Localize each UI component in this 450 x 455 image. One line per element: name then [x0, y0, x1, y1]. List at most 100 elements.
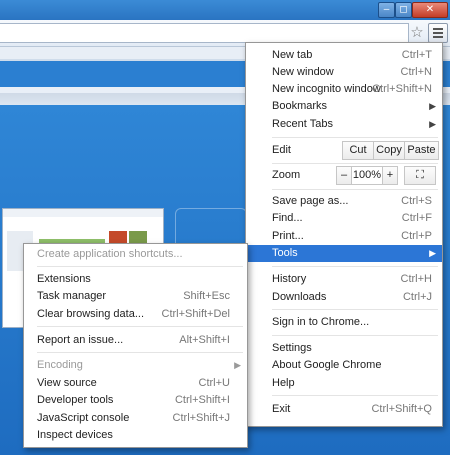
- menu-item-shortcut: Ctrl+U: [198, 377, 230, 389]
- tools-submenu: Create application shortcuts... Extensio…: [23, 243, 248, 448]
- menu-item-shortcut: Ctrl+J: [402, 291, 432, 303]
- menu-item-about[interactable]: About Google Chrome: [246, 357, 442, 374]
- menu-item-print[interactable]: Print... Ctrl+P: [246, 228, 442, 245]
- tools-item-extensions[interactable]: Extensions: [24, 271, 247, 288]
- menu-item-label: Developer tools: [37, 394, 114, 406]
- menu-item-shortcut: Ctrl+F: [401, 212, 432, 224]
- menu-item-label: New tab: [272, 49, 313, 61]
- tools-item-report-issue[interactable]: Report an issue... Alt+Shift+I: [24, 332, 247, 349]
- tools-item-encoding: Encoding ▶: [24, 357, 247, 374]
- minimize-icon: –: [383, 4, 390, 15]
- menu-item-shortcut: Ctrl+T: [401, 49, 432, 61]
- menu-item-label: New incognito window: [272, 83, 381, 95]
- menu-item-shortcut: Ctrl+N: [400, 66, 432, 78]
- menu-item-settings[interactable]: Settings: [246, 340, 442, 357]
- menu-item-label: About Google Chrome: [272, 359, 382, 371]
- menu-item-label: JavaScript console: [37, 412, 130, 424]
- zoom-level-value: 100%: [351, 166, 383, 185]
- close-icon: ✕: [425, 4, 435, 15]
- menu-item-label: Report an issue...: [37, 334, 124, 346]
- zoom-out-button[interactable]: –: [336, 166, 352, 185]
- menu-item-recent-tabs[interactable]: Recent Tabs ▶: [246, 116, 442, 133]
- address-bar[interactable]: [0, 23, 409, 43]
- menu-item-label: History: [272, 273, 307, 285]
- menu-item-label: Downloads: [272, 291, 327, 303]
- menu-separator: [37, 266, 243, 267]
- menu-item-label: Clear browsing data...: [37, 308, 144, 320]
- menu-item-shortcut: Ctrl+P: [401, 230, 432, 242]
- menu-separator: [272, 266, 438, 267]
- menu-item-find[interactable]: Find... Ctrl+F: [246, 210, 442, 227]
- menu-item-label: Find...: [272, 212, 303, 224]
- menu-separator: [272, 163, 438, 164]
- menu-separator: [272, 137, 438, 138]
- tools-item-view-source[interactable]: View source Ctrl+U: [24, 375, 247, 392]
- hamburger-icon-line: [433, 36, 443, 38]
- menu-item-sign-in[interactable]: Sign in to Chrome...: [246, 314, 442, 331]
- menu-item-help[interactable]: Help: [246, 375, 442, 392]
- menu-item-save-page-as[interactable]: Save page as... Ctrl+S: [246, 193, 442, 210]
- chrome-menu-button[interactable]: [428, 23, 448, 43]
- menu-item-exit[interactable]: Exit Ctrl+Shift+Q: [246, 401, 442, 418]
- menu-item-shortcut: Ctrl+S: [401, 195, 432, 207]
- menu-item-shortcut: Alt+Shift+I: [179, 334, 230, 346]
- menu-item-label: Inspect devices: [37, 429, 113, 441]
- menu-item-label: New window: [272, 66, 334, 78]
- menu-separator: [272, 335, 438, 336]
- submenu-arrow-icon: ▶: [429, 119, 436, 129]
- menu-separator: [272, 395, 438, 396]
- menu-separator: [37, 352, 243, 353]
- menu-item-history[interactable]: History Ctrl+H: [246, 271, 442, 288]
- menu-item-shortcut: Ctrl+Shift+Del: [161, 308, 230, 320]
- zoom-label: Zoom: [272, 169, 301, 181]
- tools-item-task-manager[interactable]: Task manager Shift+Esc: [24, 288, 247, 305]
- menu-item-label: Encoding: [37, 359, 83, 371]
- menu-item-label: Create application shortcuts...: [37, 248, 183, 260]
- tools-item-inspect-devices[interactable]: Inspect devices: [24, 427, 247, 444]
- maximize-button[interactable]: ◻: [395, 2, 412, 18]
- thumbnail-header: [3, 209, 163, 217]
- hamburger-icon: [433, 28, 443, 30]
- menu-item-shortcut: Ctrl+Shift+N: [372, 83, 432, 95]
- menu-item-label: Sign in to Chrome...: [272, 316, 370, 328]
- menu-item-shortcut: Ctrl+Shift+J: [172, 412, 230, 424]
- tools-item-clear-browsing-data[interactable]: Clear browsing data... Ctrl+Shift+Del: [24, 306, 247, 323]
- fullscreen-button[interactable]: ⛶: [404, 166, 436, 185]
- menu-item-shortcut: Shift+Esc: [183, 290, 230, 302]
- menu-separator: [272, 189, 438, 190]
- submenu-arrow-icon: ▶: [429, 248, 436, 258]
- submenu-arrow-icon: ▶: [234, 360, 241, 370]
- tools-item-javascript-console[interactable]: JavaScript console Ctrl+Shift+J: [24, 410, 247, 427]
- copy-button[interactable]: Copy: [373, 141, 405, 160]
- menu-separator: [37, 326, 243, 327]
- menu-item-new-window[interactable]: New window Ctrl+N: [246, 64, 442, 81]
- menu-item-label: Exit: [272, 403, 291, 415]
- menu-item-shortcut: Ctrl+Shift+Q: [371, 403, 432, 415]
- menu-item-label: Save page as...: [272, 195, 349, 207]
- close-button[interactable]: ✕: [412, 2, 448, 18]
- menu-item-label: Bookmarks: [272, 100, 328, 112]
- zoom-in-button[interactable]: +: [382, 166, 398, 185]
- bookmark-star-icon[interactable]: ☆: [409, 24, 425, 42]
- chrome-main-menu: New tab Ctrl+T New window Ctrl+N New inc…: [245, 42, 443, 427]
- submenu-arrow-icon: ▶: [429, 101, 436, 111]
- menu-item-label: Settings: [272, 342, 312, 354]
- cut-button[interactable]: Cut: [342, 141, 374, 160]
- menu-item-label: Tools: [272, 247, 298, 259]
- menu-item-new-tab[interactable]: New tab Ctrl+T: [246, 47, 442, 64]
- menu-item-label: Help: [272, 377, 295, 389]
- menu-item-new-incognito-window[interactable]: New incognito window Ctrl+Shift+N: [246, 81, 442, 98]
- hamburger-icon-line: [433, 32, 443, 34]
- menu-item-label: Print...: [272, 230, 304, 242]
- tools-item-developer-tools[interactable]: Developer tools Ctrl+Shift+I: [24, 392, 247, 409]
- menu-item-bookmarks[interactable]: Bookmarks ▶: [246, 98, 442, 115]
- menu-item-downloads[interactable]: Downloads Ctrl+J: [246, 289, 442, 306]
- minimize-button[interactable]: –: [378, 2, 395, 18]
- menu-item-tools[interactable]: Tools ▶: [246, 245, 442, 262]
- fullscreen-icon: ⛶: [416, 169, 424, 181]
- menu-item-label: Recent Tabs: [272, 118, 333, 130]
- paste-button[interactable]: Paste: [404, 141, 439, 160]
- menu-item-label: Extensions: [37, 273, 91, 285]
- edit-label: Edit: [272, 144, 291, 156]
- menu-item-shortcut: Ctrl+Shift+I: [174, 394, 230, 406]
